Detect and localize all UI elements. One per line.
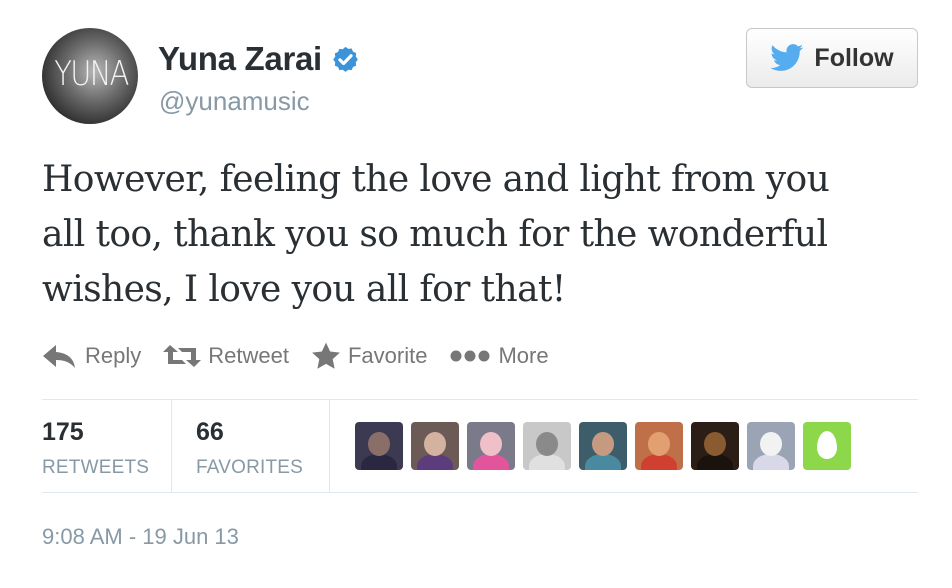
retweet-button[interactable]: Retweet	[163, 343, 289, 369]
tweet-actions: Reply Retweet Favorite More	[42, 342, 571, 370]
stats-separator	[329, 400, 330, 492]
avatar-body	[753, 454, 789, 470]
user-handle[interactable]: @yunamusic	[159, 86, 310, 117]
avatar-logo-text: YUNA	[54, 54, 129, 94]
avatar-body	[641, 454, 677, 470]
avatar-head	[704, 432, 726, 456]
retweets-stat[interactable]: 175 RETWEETS	[42, 418, 149, 479]
follow-button-label: Follow	[814, 43, 894, 72]
avatar-head	[760, 432, 782, 456]
avatar-head	[592, 432, 614, 456]
favorite-button[interactable]: Favorite	[311, 342, 427, 370]
more-dots-icon	[450, 350, 490, 362]
favoriters-avatars	[355, 422, 859, 470]
stats-separator	[171, 400, 172, 492]
favoriter-avatar[interactable]	[635, 422, 683, 470]
avatar-body	[473, 454, 509, 470]
avatar-body	[529, 454, 565, 470]
tweet-timestamp[interactable]: 9:08 AM - 19 Jun 13	[42, 524, 239, 550]
tweet-text-line: wishes, I love you all for that!	[42, 269, 566, 310]
tweet-text: However, feeling the love and light from…	[42, 152, 922, 317]
retweet-label: Retweet	[208, 343, 289, 368]
favorites-count: 66	[196, 418, 224, 446]
verified-badge-icon	[333, 46, 358, 72]
favoriter-avatar[interactable]	[691, 422, 739, 470]
avatar-head	[648, 432, 670, 456]
twitter-bird-icon	[770, 44, 804, 71]
retweets-label: RETWEETS	[42, 457, 150, 478]
retweet-icon	[163, 345, 202, 367]
favoriter-avatar[interactable]	[411, 422, 459, 470]
avatar-body	[585, 454, 621, 470]
avatar-head	[480, 432, 502, 456]
avatar-body	[361, 454, 397, 470]
egg-icon	[817, 431, 837, 459]
reply-arrow-icon	[43, 345, 75, 368]
avatar-head	[424, 432, 446, 456]
avatar-body	[697, 454, 733, 470]
favoriter-avatar-default-egg[interactable]	[803, 422, 851, 470]
avatar-head	[368, 432, 390, 456]
tweet-text-line: all too, thank you so much for the wonde…	[42, 214, 828, 255]
favoriter-avatar[interactable]	[355, 422, 403, 470]
retweets-count: 175	[42, 418, 84, 446]
user-name-row[interactable]: Yuna Zarai	[158, 40, 360, 78]
star-icon	[312, 342, 340, 369]
favoriter-avatar[interactable]	[747, 422, 795, 470]
more-label: More	[498, 343, 549, 368]
favoriter-avatar[interactable]	[467, 422, 515, 470]
tweet-text-line: However, feeling the love and light from…	[42, 159, 830, 200]
more-button[interactable]: More	[449, 343, 549, 369]
favorites-label: FAVORITES	[196, 457, 304, 478]
favoriter-avatar[interactable]	[523, 422, 571, 470]
avatar[interactable]: YUNA	[42, 28, 138, 124]
reply-label: Reply	[85, 343, 142, 368]
favorite-label: Favorite	[347, 343, 428, 368]
stats-bottom-divider	[42, 492, 918, 493]
display-name[interactable]: Yuna Zarai	[158, 40, 322, 78]
follow-button[interactable]: Follow	[746, 28, 918, 88]
avatar-body	[417, 454, 453, 470]
stats-top-divider	[42, 399, 918, 400]
avatar-head	[536, 432, 558, 456]
reply-button[interactable]: Reply	[42, 343, 141, 369]
favoriter-avatar[interactable]	[579, 422, 627, 470]
favorites-stat[interactable]: 66 FAVORITES	[196, 418, 303, 479]
